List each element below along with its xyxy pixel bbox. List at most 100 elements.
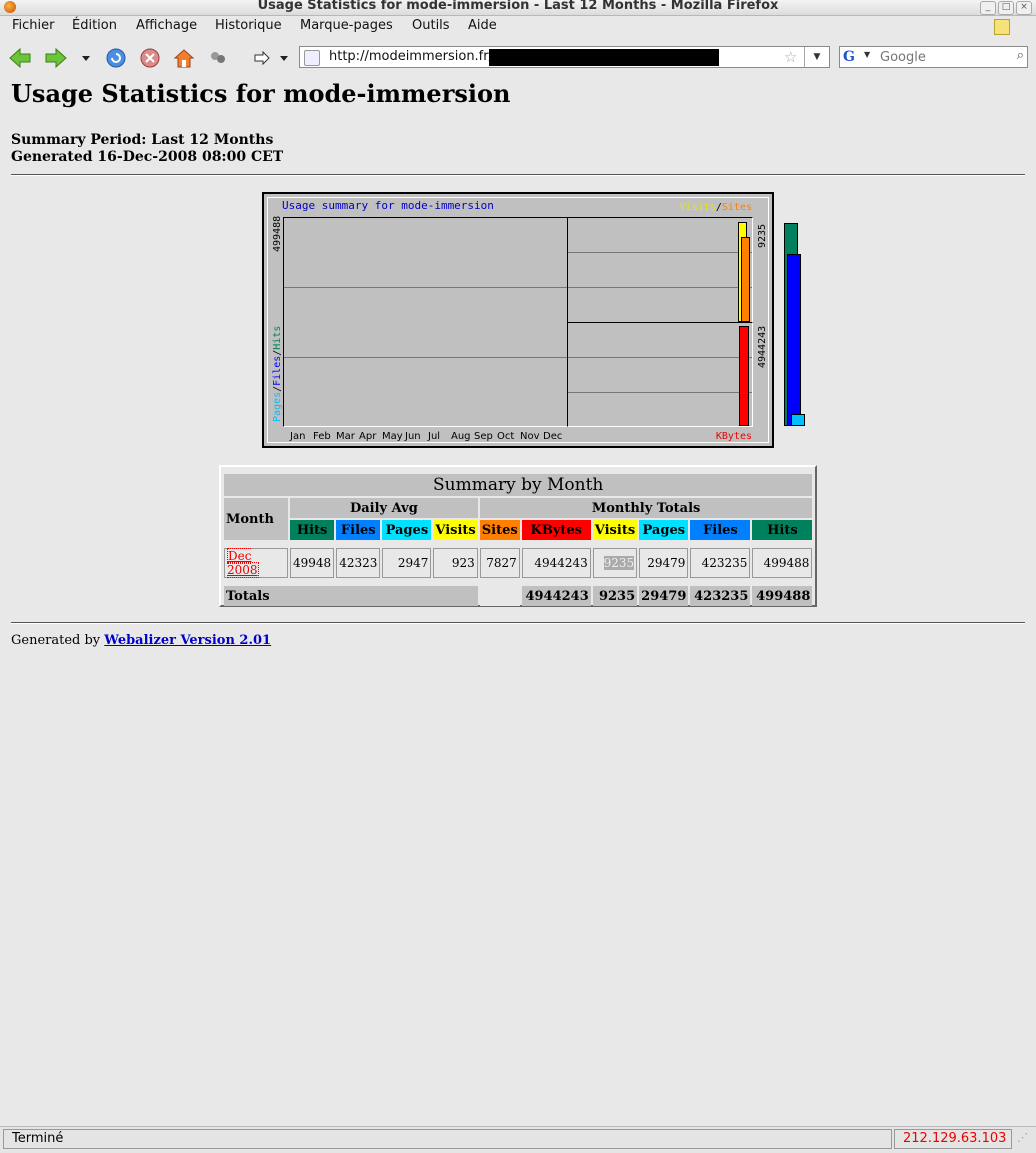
month-axis-labels: Jan Feb Mar Apr May Jun Jul Aug Sep Oct Nov Dec [290, 431, 566, 442]
puzzle-icon [211, 52, 225, 63]
bookmark-star-icon[interactable]: ☆ [784, 48, 797, 66]
forward-arrow-icon [45, 47, 67, 69]
month-label: Oct [497, 431, 515, 442]
totals-row: Totals 4944243 9235 29479 423235 499488 [224, 586, 813, 606]
monthly-totals-header: Monthly Totals [479, 498, 813, 518]
generated-by: Generated by Webalizer Version 2.01 [11, 633, 271, 648]
menu-outils[interactable]: Outils [412, 18, 450, 33]
legend-sites: Sites [721, 202, 752, 213]
url-dropdown-icon[interactable]: ▼ [804, 47, 829, 67]
col-monthly-sites: Sites [479, 520, 520, 540]
maximize-icon[interactable]: □ [998, 1, 1014, 15]
gridline [568, 357, 752, 358]
menu-aide[interactable]: Aide [468, 18, 497, 33]
menu-marque-pages[interactable]: Marque-pages [300, 18, 393, 33]
daily-avg-header: Daily Avg [290, 498, 478, 518]
window-titlebar: Usage Statistics for mode-immersion - La… [0, 0, 1036, 16]
col-monthly-pages: Pages [639, 520, 689, 540]
totals-pages: 29479 [639, 586, 689, 606]
search-bar: G ▼ ⌕ [839, 46, 1028, 68]
reload-button[interactable] [104, 46, 128, 70]
summary-period: Summary Period: Last 12 Months [11, 132, 274, 148]
monthly-sites-value: 7827 [479, 548, 520, 578]
daily-visits-value: 923 [433, 548, 478, 578]
resize-grip-icon[interactable]: ⋰ [1017, 1131, 1033, 1147]
google-engine-icon[interactable]: G [843, 49, 855, 65]
forward-button[interactable] [44, 46, 68, 70]
gridline [284, 357, 567, 358]
axis-files: Files [272, 355, 283, 386]
back-arrow-icon [9, 47, 31, 69]
menu-affichage[interactable]: Affichage [136, 18, 197, 33]
status-text: Terminé [3, 1129, 892, 1149]
menu-historique[interactable]: Historique [215, 18, 282, 33]
right-bottom-plot [567, 322, 753, 427]
site-identity-icon[interactable] [304, 50, 320, 66]
divider [11, 174, 1025, 176]
month-header: Month [224, 498, 288, 540]
graph-title: Usage summary for mode-immersion [282, 199, 494, 212]
col-daily-hits: Hits [290, 520, 335, 540]
graph-legend: Visits/Sites [680, 202, 752, 213]
rss-icon[interactable] [994, 19, 1010, 35]
summary-by-month: Summary by Month Month Daily Avg Monthly… [219, 465, 817, 607]
stop-button[interactable] [138, 46, 162, 70]
window-title: Usage Statistics for mode-immersion - La… [257, 0, 779, 13]
go-arrow-icon [254, 50, 270, 66]
menu-edition[interactable]: Édition [72, 18, 117, 33]
minimize-icon[interactable]: _ [980, 1, 996, 15]
col-daily-pages: Pages [382, 520, 432, 540]
monthly-hits-value: 499488 [752, 548, 813, 578]
gridline [568, 392, 752, 393]
files-bar [787, 254, 801, 426]
home-icon [173, 49, 195, 68]
usage-graph: Usage summary for mode-immersion Visits/… [262, 192, 805, 448]
totals-visits: 9235 [592, 586, 638, 606]
url-bar[interactable]: http://modeimmersion.fr/ ☆ ▼ [299, 46, 830, 68]
axis-sep-1: / [272, 385, 283, 392]
axis-sep-2: / [272, 349, 283, 356]
search-input[interactable] [880, 48, 1005, 66]
redacted-block [489, 49, 719, 66]
webalizer-link[interactable]: Webalizer Version 2.01 [104, 633, 271, 648]
go-dropdown[interactable] [276, 46, 292, 70]
kbytes-bar [739, 326, 749, 426]
summary-table: Summary by Month Month Daily Avg Monthly… [222, 472, 814, 608]
totals-hits: 499488 [752, 586, 813, 606]
left-axis-label: Pages/Files/Hits [272, 326, 283, 422]
col-monthly-hits: Hits [752, 520, 813, 540]
page-title: Usage Statistics for mode-immersion [11, 79, 511, 108]
home-button[interactable] [172, 46, 196, 70]
monthly-files-value: 423235 [690, 548, 751, 578]
search-icon[interactable]: ⌕ [1017, 48, 1024, 63]
right-top-plot [567, 217, 753, 323]
col-monthly-files: Files [690, 520, 751, 540]
menu-bar: Fichier Édition Affichage Historique Mar… [0, 16, 1036, 38]
left-plot [283, 217, 805, 427]
month-label: Apr [359, 431, 377, 442]
axis-pages: Pages [272, 391, 283, 422]
go-button[interactable] [250, 46, 274, 70]
pages-bar [791, 414, 805, 426]
url-text[interactable]: http://modeimmersion.fr/ [329, 49, 493, 64]
back-button[interactable] [8, 46, 32, 70]
generated-date: Generated 16-Dec-2008 08:00 CET [11, 149, 284, 165]
col-daily-visits: Visits [433, 520, 478, 540]
history-dropdown[interactable] [78, 46, 94, 70]
extension-button[interactable] [206, 46, 230, 70]
totals-kbytes: 4944243 [521, 586, 591, 606]
right-bottom-axis-max: 4944243 [757, 325, 768, 368]
month-label: Feb [313, 431, 331, 442]
daily-hits-value: 49948 [290, 548, 335, 578]
left-axis-max: 499488 [272, 215, 283, 252]
daily-files-value: 42323 [336, 548, 381, 578]
generated-by-prefix: Generated by [11, 633, 105, 648]
totals-files: 423235 [690, 586, 751, 606]
window-controls: _ □ × [980, 1, 1032, 15]
axis-hits: Hits [272, 325, 283, 350]
engine-dropdown-icon[interactable]: ▼ [864, 50, 870, 59]
monthly-kbytes-value: 4944243 [521, 548, 591, 578]
month-link[interactable]: Dec 2008 [227, 548, 259, 578]
close-icon[interactable]: × [1016, 1, 1032, 15]
menu-fichier[interactable]: Fichier [12, 18, 55, 33]
